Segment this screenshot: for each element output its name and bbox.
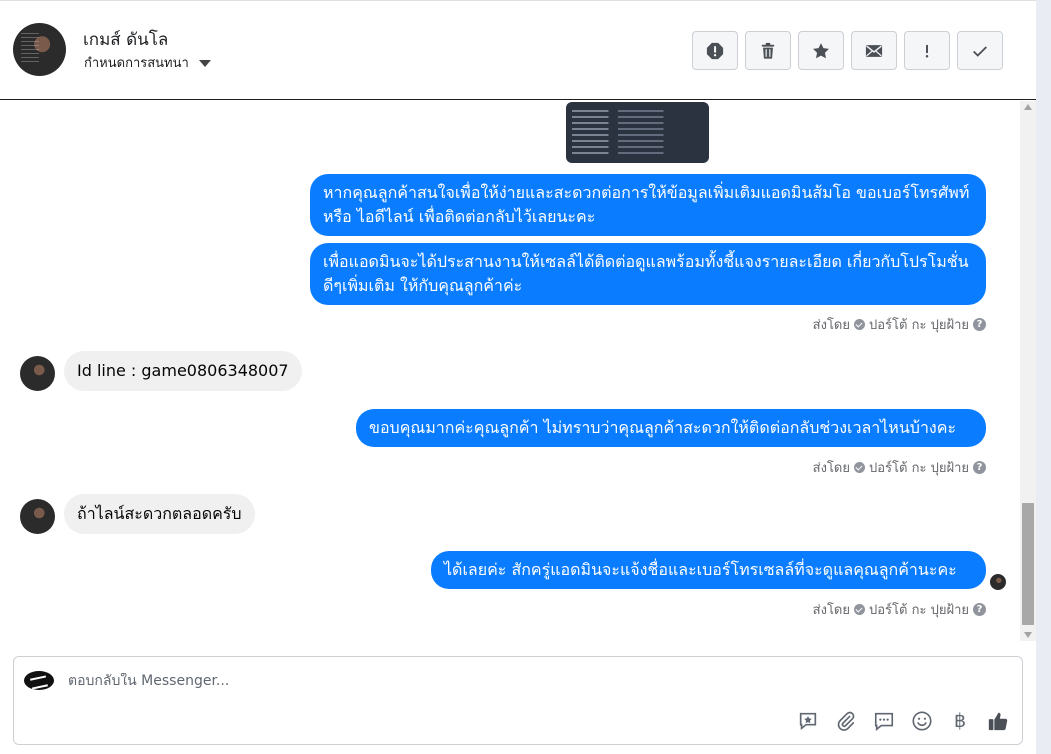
conversation-header: เกมส์ ดันโล กำหนดการสนทนา: [0, 0, 1036, 100]
check-circle-icon: [854, 462, 865, 473]
check-circle-icon: [854, 604, 865, 615]
sent-by-label: ส่งโดย ปอร์โต้ กะ ปุยฝ้าย ?: [813, 599, 986, 620]
sent-by-label: ส่งโดย ปอร์โต้ กะ ปุยฝ้าย ?: [813, 457, 986, 478]
like-icon[interactable]: [986, 709, 1010, 733]
follow-up-button[interactable]: [904, 31, 950, 70]
chat-bubble-icon[interactable]: [872, 709, 896, 733]
right-edge-strip: [1036, 0, 1051, 754]
mark-unread-button[interactable]: [851, 31, 897, 70]
trash-icon: [761, 42, 775, 59]
contact-avatar-small: [20, 356, 55, 391]
alert-circle-icon: [706, 42, 724, 59]
sent-by-prefix: ส่งโดย: [812, 603, 850, 618]
caret-down-icon: [198, 60, 211, 67]
sender-name: ปอร์โต้ กะ ปุยฝ้าย: [869, 603, 969, 618]
header-top-divider: [0, 0, 1036, 1]
reply-input[interactable]: [68, 673, 768, 689]
outgoing-message-bubble[interactable]: ขอบคุณมากค่ะคุณลูกค้า ไม่ทราบว่าคุณลูกค้…: [356, 409, 986, 447]
incoming-message-bubble[interactable]: Id line : game0806348007: [64, 351, 302, 391]
envelope-icon: [865, 44, 883, 57]
emoji-icon[interactable]: [910, 709, 934, 733]
conversation-settings-label: กำหนดการสนทนา: [84, 56, 189, 71]
help-icon[interactable]: ?: [973, 461, 986, 474]
sent-by-prefix: ส่งโดย: [812, 318, 850, 333]
outgoing-message-bubble[interactable]: หากคุณลูกค้าสนใจเพื่อให้ง่ายและสะดวกต่อก…: [310, 174, 986, 236]
inbox-conversation-window: เกมส์ ดันโล กำหนดการสนทนา หากคุณลูกค้าสน…: [0, 0, 1051, 754]
sent-by-label: ส่งโดย ปอร์โต้ กะ ปุยฝ้าย ?: [813, 314, 986, 335]
incoming-message-bubble[interactable]: ถ้าไลน์สะดวกตลอดครับ: [64, 494, 255, 534]
conversation-toolbar: [692, 31, 1003, 70]
sender-name: ปอร์โต้ กะ ปุยฝ้าย: [869, 461, 969, 476]
help-icon[interactable]: ?: [973, 318, 986, 331]
check-icon: [973, 45, 987, 57]
reply-composer: ฿: [13, 656, 1023, 745]
scroll-up-arrow-icon[interactable]: [1024, 104, 1032, 110]
page-logo-icon: [24, 671, 54, 690]
contact-name[interactable]: เกมส์ ดันโล: [83, 26, 168, 53]
seen-avatar-indicator: [990, 574, 1006, 590]
outgoing-message-bubble[interactable]: เพื่อแอดมินจะได้ประสานงานให้เซลล์ได้ติดต…: [310, 243, 986, 305]
sent-by-prefix: ส่งโดย: [812, 461, 850, 476]
sender-name: ปอร์โต้ กะ ปุยฝ้าย: [869, 318, 969, 333]
contact-avatar-small: [20, 499, 55, 534]
thread-scrollbar[interactable]: [1020, 101, 1036, 641]
spam-report-button[interactable]: [692, 31, 738, 70]
composer-actions: ฿: [796, 709, 1010, 733]
attached-image-preview[interactable]: [566, 102, 709, 163]
saved-reply-icon[interactable]: [796, 709, 820, 733]
help-icon[interactable]: ?: [973, 603, 986, 616]
scrollbar-thumb[interactable]: [1022, 503, 1034, 625]
delete-button[interactable]: [745, 31, 791, 70]
star-icon: [813, 42, 829, 58]
check-circle-icon: [854, 319, 865, 330]
message-thread[interactable]: หากคุณลูกค้าสนใจเพื่อให้ง่ายและสะดวกต่อก…: [0, 101, 1020, 641]
exclamation-icon: [925, 44, 929, 57]
contact-avatar[interactable]: [13, 23, 66, 76]
conversation-settings-dropdown[interactable]: กำหนดการสนทนา: [84, 52, 211, 73]
attachment-icon[interactable]: [834, 709, 858, 733]
star-button[interactable]: [798, 31, 844, 70]
scroll-down-arrow-icon[interactable]: [1024, 632, 1032, 638]
outgoing-message-bubble[interactable]: ได้เลยค่ะ สักครู่แอดมินจะแจ้งชื่อและเบอร…: [431, 551, 986, 589]
baht-payment-icon[interactable]: ฿: [948, 709, 972, 733]
mark-done-button[interactable]: [957, 31, 1003, 70]
